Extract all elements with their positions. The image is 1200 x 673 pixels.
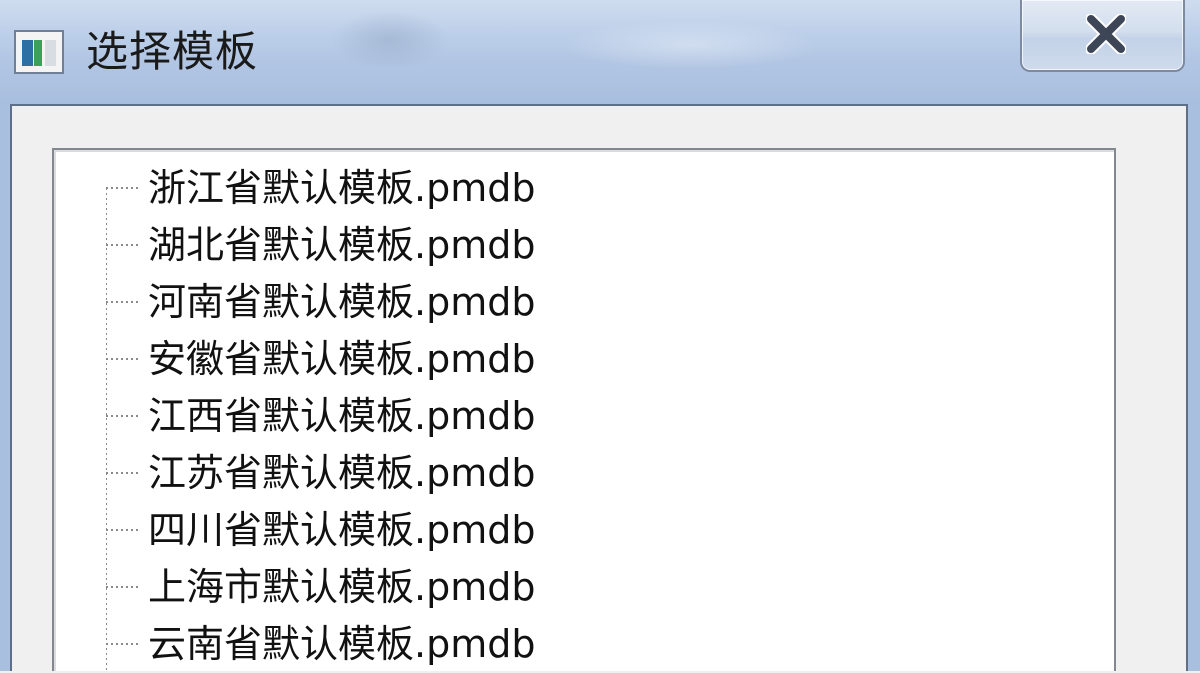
tree-item-label: 安徽省默认模板.pmdb: [148, 336, 536, 381]
tree-item-label: 四川省默认模板.pmdb: [148, 507, 536, 552]
tree-item-label: 江西省默认模板.pmdb: [148, 393, 536, 438]
tree-item[interactable]: 江苏省默认模板.pmdb: [148, 445, 535, 502]
tree-item[interactable]: 上海市默认模板.pmdb: [148, 559, 535, 616]
tree-item-label: 河南省默认模板.pmdb: [148, 279, 536, 324]
window-title: 选择模板: [86, 27, 259, 76]
close-button[interactable]: [1020, 0, 1185, 72]
tree-item[interactable]: 安徽省默认模板.pmdb: [148, 331, 535, 388]
title-bar[interactable]: 选择模板: [0, 0, 1200, 100]
tree-item-label: 浙江省默认模板.pmdb: [148, 165, 536, 210]
app-icon-bar: [34, 40, 42, 66]
tree-item[interactable]: 云南省默认模板.pmdb: [148, 616, 535, 673]
app-icon: [14, 30, 64, 74]
close-icon: [1086, 14, 1126, 54]
tree-item-label: 江苏省默认模板.pmdb: [148, 450, 536, 495]
app-icon-bar: [45, 40, 56, 66]
app-icon-bar: [22, 40, 33, 66]
titlebar-glow: [560, 20, 820, 70]
tree-item[interactable]: 四川省默认模板.pmdb: [148, 502, 535, 559]
tree-item[interactable]: 河南省默认模板.pmdb: [148, 274, 535, 331]
tree-item-label: 上海市默认模板.pmdb: [148, 564, 536, 609]
tree-item[interactable]: 江西省默认模板.pmdb: [148, 388, 535, 445]
tree-item[interactable]: 湖北省默认模板.pmdb: [148, 217, 535, 274]
tree-item[interactable]: 浙江省默认模板.pmdb: [148, 160, 535, 217]
template-tree-view[interactable]: 浙江省默认模板.pmdb 湖北省默认模板.pmdb 河南省默认模板.pmdb 安徽省默…: [52, 148, 1116, 673]
titlebar-glow: [330, 10, 450, 70]
tree-item-label: 湖北省默认模板.pmdb: [148, 222, 536, 267]
tree-item-label: 云南省默认模板.pmdb: [148, 621, 536, 666]
